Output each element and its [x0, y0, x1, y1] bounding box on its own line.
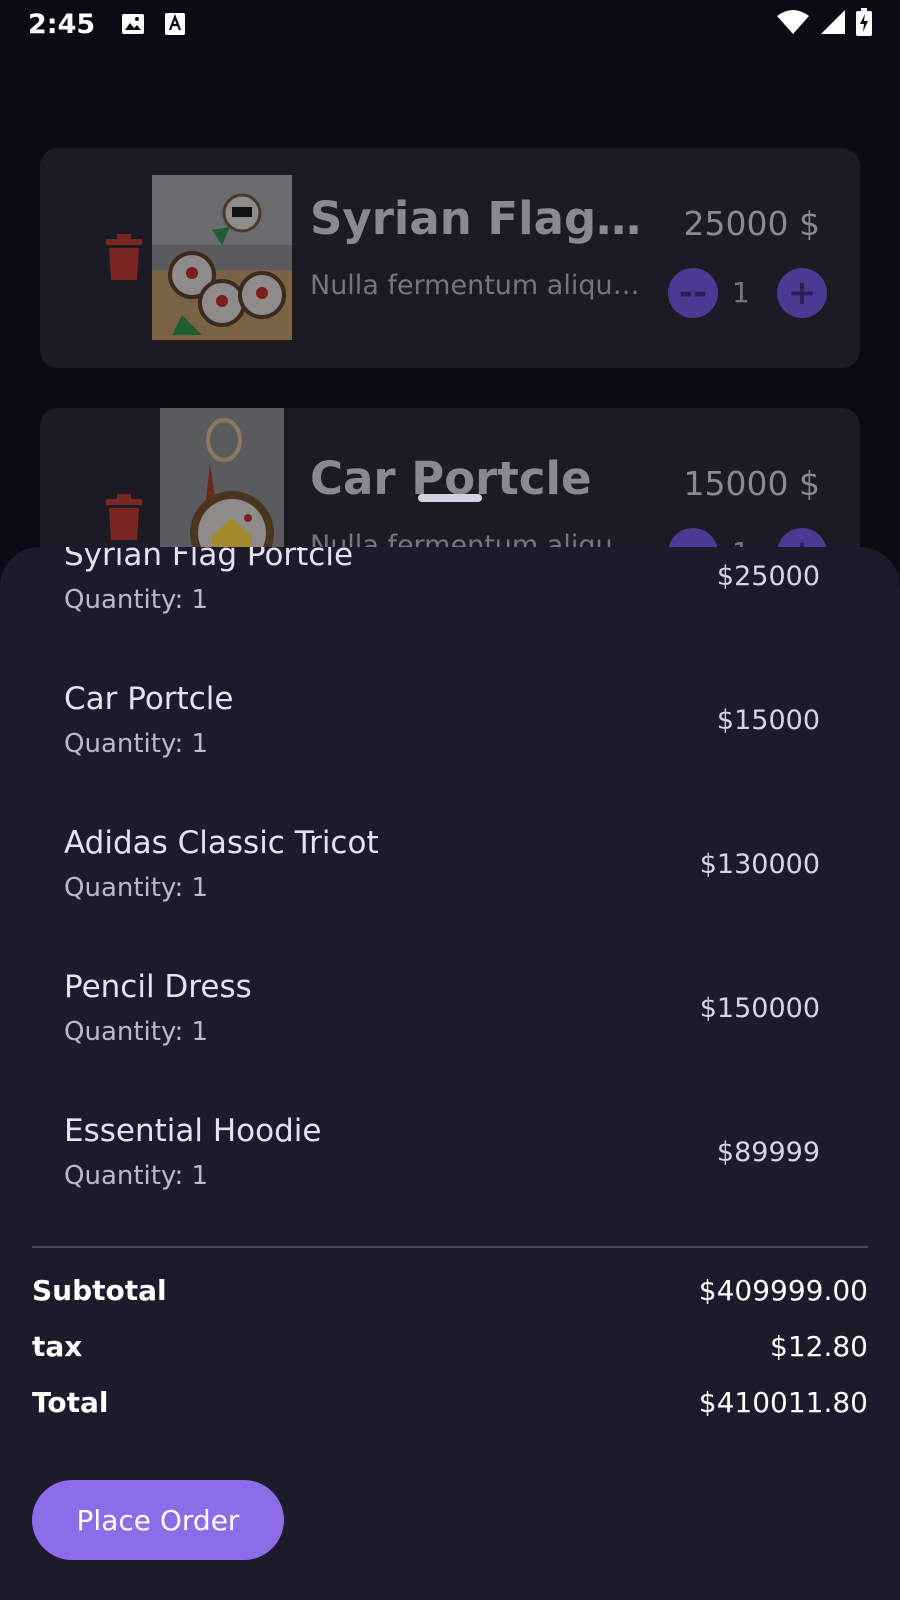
- cart-item-price: 15000 $: [683, 464, 820, 503]
- increase-quantity-button[interactable]: +: [777, 268, 827, 318]
- trash-icon[interactable]: [106, 494, 142, 544]
- text-a-icon: [165, 12, 186, 36]
- order-item-name: Adidas Classic Tricot: [64, 825, 379, 861]
- wifi-icon: [776, 9, 810, 39]
- decrease-quantity-button[interactable]: --: [668, 268, 718, 318]
- order-item: Essential Hoodie Quantity: 1 $89999: [64, 1113, 820, 1233]
- tax-row: tax $12.80: [32, 1330, 868, 1370]
- total-label: Total: [32, 1386, 109, 1419]
- signal-icon: [820, 9, 846, 39]
- order-item-price: $130000: [699, 849, 820, 880]
- sheet-drag-handle[interactable]: [418, 494, 482, 502]
- tax-value: $12.80: [770, 1330, 868, 1363]
- order-item-name: Syrian Flag Portcle: [64, 547, 354, 573]
- order-item: Pencil Dress Quantity: 1 $150000: [64, 969, 820, 1089]
- status-time: 2:45: [28, 8, 96, 40]
- order-item-price: $25000: [716, 561, 820, 592]
- trash-icon[interactable]: [106, 234, 142, 284]
- subtotal-label: Subtotal: [32, 1274, 167, 1307]
- battery-charging-icon: [856, 8, 872, 40]
- tax-label: tax: [32, 1330, 83, 1363]
- product-image: [152, 175, 292, 340]
- subtotal-row: Subtotal $409999.00: [32, 1274, 868, 1314]
- status-bar: 2:45: [0, 0, 900, 48]
- order-item-price: $15000: [716, 705, 820, 736]
- order-item-quantity: Quantity: 1: [64, 1017, 209, 1047]
- image-icon: [121, 12, 145, 36]
- order-item: Syrian Flag Portcle Quantity: 1 $25000: [64, 547, 820, 657]
- order-item-quantity: Quantity: 1: [64, 729, 209, 759]
- status-right: [776, 8, 872, 40]
- order-item-quantity: Quantity: 1: [64, 585, 209, 615]
- subtotal-value: $409999.00: [698, 1274, 868, 1307]
- order-item: Adidas Classic Tricot Quantity: 1 $13000…: [64, 825, 820, 945]
- cart-item-price: 25000 $: [683, 204, 820, 243]
- order-item-name: Pencil Dress: [64, 969, 252, 1005]
- place-order-button[interactable]: Place Order: [32, 1480, 284, 1560]
- cart-item-name: Syrian Flag Portcle: [310, 192, 650, 245]
- summary-divider: [32, 1246, 868, 1248]
- total-value: $410011.80: [698, 1386, 868, 1419]
- order-item-name: Car Portcle: [64, 681, 234, 717]
- order-item: Car Portcle Quantity: 1 $15000: [64, 681, 820, 801]
- order-item-name: Essential Hoodie: [64, 1113, 322, 1149]
- cart-item-quantity: 1: [732, 276, 750, 309]
- cart-item-description: Nulla fermentum aliquam dolor: [310, 270, 648, 301]
- total-row: Total $410011.80: [32, 1386, 868, 1426]
- order-summary-sheet: Syrian Flag Portcle Quantity: 1 $25000 C…: [0, 547, 900, 1600]
- order-item-quantity: Quantity: 1: [64, 873, 209, 903]
- cart-item-card[interactable]: Syrian Flag Portcle Nulla fermentum aliq…: [40, 148, 860, 368]
- order-item-price: $150000: [699, 993, 820, 1024]
- order-item-quantity: Quantity: 1: [64, 1161, 209, 1191]
- order-item-price: $89999: [716, 1137, 820, 1168]
